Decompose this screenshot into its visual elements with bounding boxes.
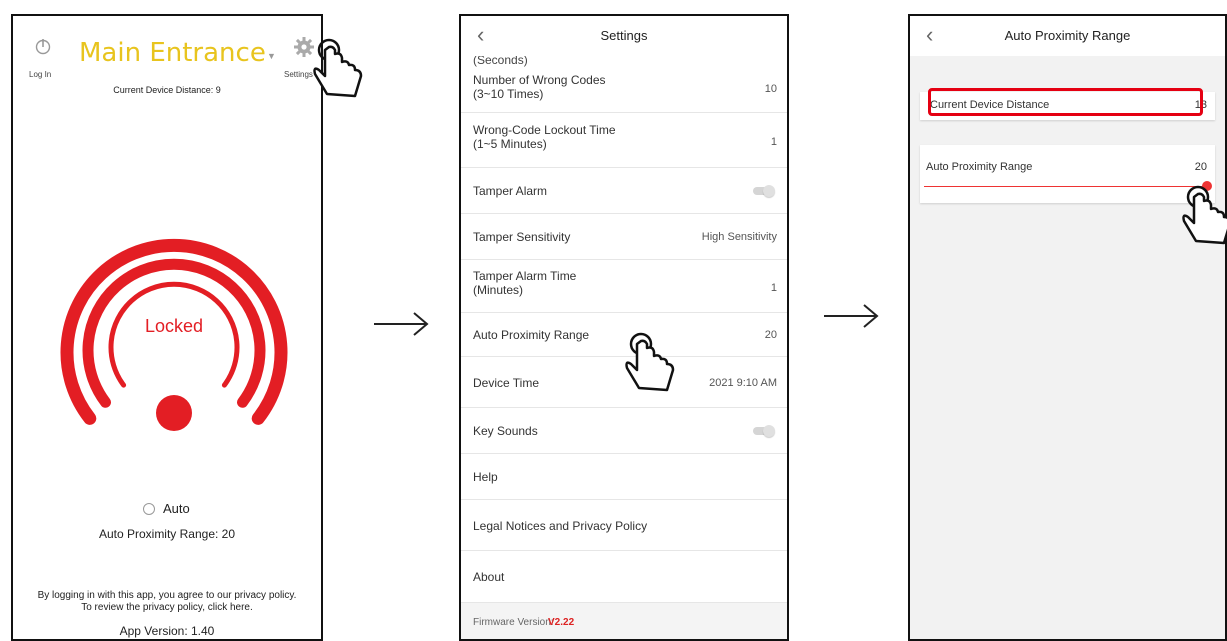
row-label: Key Sounds <box>473 424 538 438</box>
row-value: 10 <box>764 83 777 95</box>
row-sublabel: (3~10 Times) <box>473 87 544 101</box>
range-card: Auto Proximity Range 20 <box>920 145 1215 203</box>
range-slider-track[interactable] <box>924 186 1207 187</box>
arrow-right-icon <box>824 304 879 328</box>
tamper-alarm-toggle[interactable] <box>753 185 775 197</box>
row-label: Wrong-Code Lockout Time <box>473 123 616 137</box>
key-sounds-toggle[interactable] <box>753 425 775 437</box>
row-label: Tamper Alarm Time <box>473 269 577 283</box>
row-sublabel: (1~5 Minutes) <box>473 137 547 151</box>
row-tamper-alarm-time[interactable]: Tamper Alarm Time (Minutes) 1 <box>461 260 787 313</box>
cut-off-label: (Seconds) <box>473 56 528 67</box>
page-title: Auto Proximity Range <box>1004 28 1131 43</box>
lock-status-graphic[interactable] <box>59 238 289 453</box>
row-label: Tamper Sensitivity <box>473 230 571 244</box>
current-distance: Current Device Distance: 9 <box>113 85 221 95</box>
login-label[interactable]: Log In <box>29 70 51 79</box>
row-value: 20 <box>764 329 777 341</box>
auto-toggle[interactable]: Auto <box>143 501 190 516</box>
row-label: Auto Proximity Range <box>473 328 590 342</box>
nav-bar: ‹ Settings <box>461 16 787 57</box>
chevron-down-icon[interactable]: ▼ <box>267 51 276 61</box>
row-legal[interactable]: Legal Notices and Privacy Policy <box>461 500 787 551</box>
tap-hand-icon <box>1182 185 1227 245</box>
app-version: App Version: 1.40 <box>119 624 215 638</box>
range-value: 20 <box>1194 161 1207 173</box>
privacy-notice[interactable]: By logging in with this app, you agree t… <box>13 590 321 614</box>
row-wrong-codes[interactable]: Number of Wrong Codes (3~10 Times) 10 <box>461 67 787 113</box>
row-label: Device Time <box>473 376 540 390</box>
proximity-body: Current Device Distance 13 Auto Proximit… <box>910 56 1225 639</box>
row-label: Help <box>473 470 498 484</box>
main-screen: Log In Main Entrance ▼ Settings Current … <box>11 14 323 641</box>
row-value: High Sensitivity <box>701 231 777 243</box>
privacy-link[interactable]: To review the privacy policy, click here… <box>13 602 321 614</box>
firmware-label: Firmware Version: <box>473 617 554 628</box>
row-help[interactable]: Help <box>461 454 787 500</box>
page-title: Settings <box>600 28 648 43</box>
row-label: About <box>473 570 505 584</box>
firmware-row: Firmware Version: V2.22 <box>461 603 787 639</box>
range-label: Auto Proximity Range <box>926 161 1033 173</box>
tap-hand-icon <box>625 332 675 392</box>
row-value: 1 <box>770 136 777 148</box>
row-label: Tamper Alarm <box>473 184 548 198</box>
row-about[interactable]: About <box>461 551 787 603</box>
auto-label: Auto <box>163 501 190 516</box>
row-key-sounds[interactable]: Key Sounds <box>461 408 787 454</box>
door-title[interactable]: Main Entrance <box>79 38 266 68</box>
row-label: Number of Wrong Codes <box>473 73 606 87</box>
privacy-line-1: By logging in with this app, you agree t… <box>37 590 297 601</box>
row-tamper-sensitivity[interactable]: Tamper Sensitivity High Sensitivity <box>461 214 787 260</box>
lock-status-text: Locked <box>144 316 204 336</box>
row-lockout-time[interactable]: Wrong-Code Lockout Time (1~5 Minutes) 1 <box>461 113 787 168</box>
row-tamper-alarm[interactable]: Tamper Alarm <box>461 168 787 214</box>
row-sublabel: (Minutes) <box>473 283 524 297</box>
auto-range-text: Auto Proximity Range: 20 <box>98 527 236 541</box>
nav-bar: ‹ Auto Proximity Range <box>910 16 1225 57</box>
row-value: 2021 9:10 AM <box>709 377 777 389</box>
auto-radio[interactable] <box>143 502 155 515</box>
settings-screen: ‹ Settings (Seconds) Number of Wrong Cod… <box>459 14 789 641</box>
row-value: 1 <box>770 282 777 294</box>
tap-hand-icon <box>313 38 363 98</box>
arrow-right-icon <box>374 312 429 336</box>
firmware-value: V2.22 <box>548 617 575 628</box>
auto-proximity-screen: ‹ Auto Proximity Range Current Device Di… <box>908 14 1227 641</box>
highlight-box <box>928 88 1203 116</box>
row-label: Legal Notices and Privacy Policy <box>473 519 648 533</box>
power-icon[interactable] <box>34 37 52 55</box>
